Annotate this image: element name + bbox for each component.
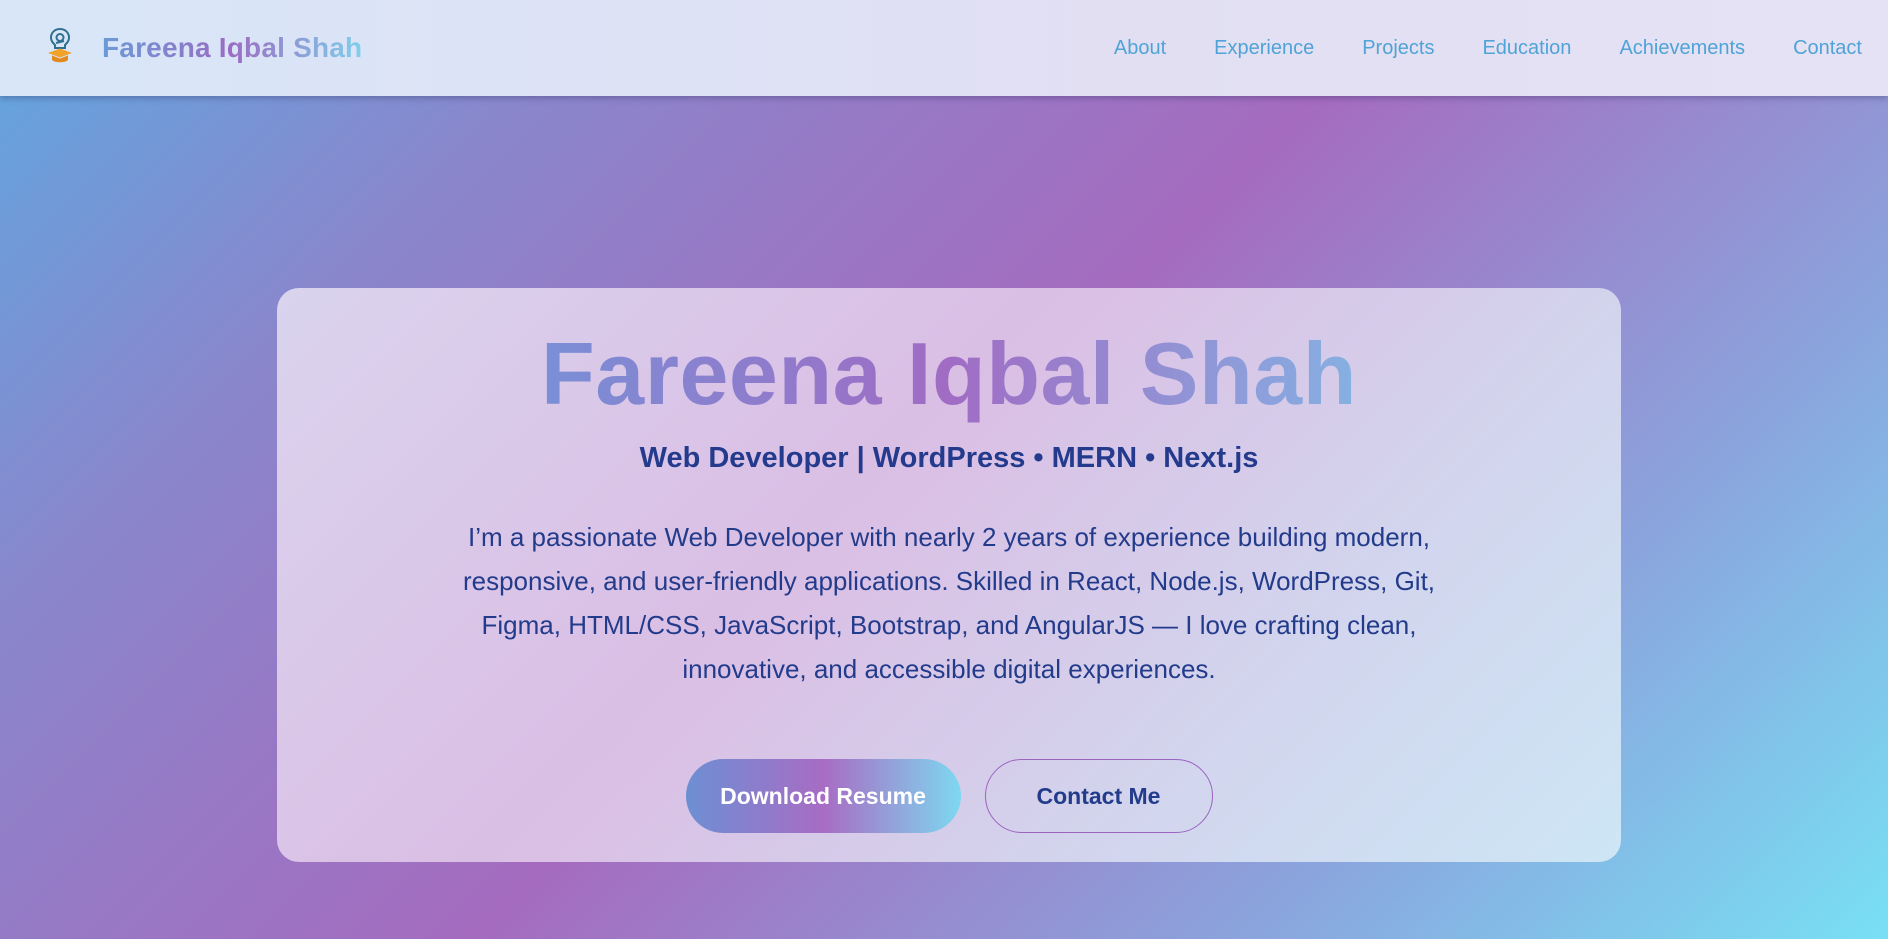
nav-links: About Experience Projects Education Achi… xyxy=(1114,37,1862,60)
download-resume-button[interactable]: Download Resume xyxy=(685,759,961,833)
nav-link-education[interactable]: Education xyxy=(1482,37,1571,60)
hero-buttons: Download Resume Contact Me xyxy=(277,759,1621,833)
contact-me-button[interactable]: Contact Me xyxy=(984,759,1213,833)
nav-link-projects[interactable]: Projects xyxy=(1362,37,1434,60)
nav-link-contact[interactable]: Contact xyxy=(1793,37,1862,60)
hero-description: I’m a passionate Web Developer with near… xyxy=(462,522,1436,684)
nav-link-experience[interactable]: Experience xyxy=(1214,37,1314,60)
brand[interactable]: Fareena Iqbal Shah xyxy=(44,26,362,71)
top-navbar: Fareena Iqbal Shah About Experience Proj… xyxy=(0,0,1888,96)
nav-link-about[interactable]: About xyxy=(1114,37,1166,60)
hero-subtitle: Web Developer | WordPress • MERN • Next.… xyxy=(639,442,1259,474)
brand-name: Fareena Iqbal Shah xyxy=(102,32,363,63)
hero-card: Fareena Iqbal Shah Web Developer | WordP… xyxy=(277,288,1621,862)
lightbulb-graduation-icon xyxy=(44,26,76,71)
hero-title: Fareena Iqbal Shah xyxy=(541,324,1357,423)
nav-link-achievements[interactable]: Achievements xyxy=(1619,37,1745,60)
